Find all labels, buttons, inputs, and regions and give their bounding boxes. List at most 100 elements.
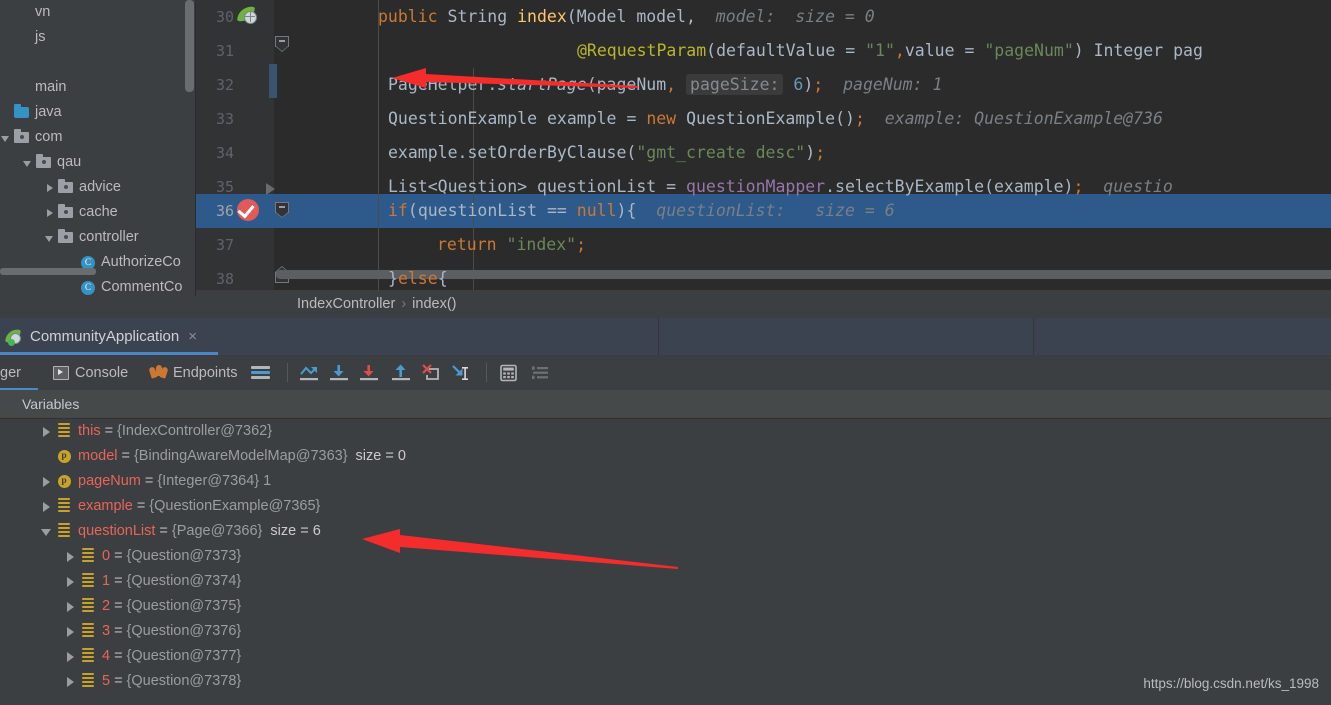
variable-row[interactable]: example = {QuestionExample@7365} — [40, 494, 320, 519]
variable-value: {Question@7378} — [126, 673, 242, 689]
tab-console-label: Console — [75, 364, 129, 381]
java-class-icon: C — [79, 275, 97, 296]
run-tab-community-application[interactable]: CommunityApplication × — [0, 318, 218, 355]
spring-request-mapping-icon[interactable] — [236, 4, 259, 26]
tab-debugger-label: ger — [0, 364, 21, 381]
variable-row[interactable]: 2 = {Question@7375} — [40, 594, 241, 619]
editor-text-area[interactable]: public String index(Model model, model: … — [292, 0, 1331, 290]
project-tree-item[interactable]: C CommentCo — [0, 275, 182, 296]
project-tree-item[interactable]: java — [0, 100, 62, 125]
project-tree-item[interactable]: vn — [0, 0, 50, 25]
run-configuration-tab-bar[interactable]: CommunityApplication × — [0, 318, 1331, 355]
tab-divider — [658, 318, 659, 355]
step-over-icon[interactable] — [298, 364, 320, 382]
package-folder-icon — [57, 200, 75, 225]
variable-row[interactable]: this = {IndexController@7362} — [40, 419, 272, 444]
chevron-down-icon[interactable] — [40, 519, 56, 544]
variable-row[interactable]: 3 = {Question@7376} — [40, 619, 241, 644]
chevron-down-icon[interactable] — [22, 150, 35, 175]
spring-boot-run-icon — [5, 327, 24, 346]
project-tree-vertical-scrollbar[interactable] — [185, 0, 194, 92]
code-editor[interactable]: public String index(Model model, model: … — [196, 0, 1331, 290]
tab-debugger[interactable]: ger — [0, 355, 38, 390]
package-folder-icon — [13, 125, 31, 150]
chevron-right-icon[interactable] — [64, 544, 80, 569]
line-number: 32 — [215, 76, 234, 94]
chevron-down-icon[interactable] — [0, 125, 13, 150]
variable-row[interactable]: 1 = {Question@7374} — [40, 569, 241, 594]
chevron-right-icon[interactable] — [64, 644, 80, 669]
ide-window: vn js main java com qau advice cache controller C… — [0, 0, 1331, 705]
project-tool-window[interactable]: vn js main java com qau advice cache controller C… — [0, 0, 196, 296]
variable-row[interactable]: p model = {BindingAwareModelMap@7363} size =… — [40, 444, 406, 469]
force-step-into-icon[interactable] — [358, 364, 380, 382]
run-to-cursor-icon[interactable] — [450, 364, 472, 382]
code-line-36: if(questionList == null){ questionList: … — [388, 201, 895, 220]
drop-frame-icon[interactable] — [420, 364, 442, 382]
project-tree-item-label: cache — [79, 204, 118, 220]
variable-row[interactable]: 0 = {Question@7373} — [40, 544, 241, 569]
variable-row[interactable]: p pageNum = {Integer@7364} 1 — [40, 469, 271, 494]
breadcrumb-class[interactable]: IndexController — [297, 296, 395, 312]
object-icon — [80, 644, 96, 669]
source-folder-icon — [13, 100, 31, 125]
chevron-right-icon[interactable] — [64, 619, 80, 644]
tab-endpoints[interactable]: Endpoints — [148, 355, 238, 390]
debug-tool-window-toolbar[interactable]: ger Console Endpoints — [0, 355, 1331, 390]
chevron-right-icon[interactable] — [64, 594, 80, 619]
variable-row[interactable]: 5 = {Question@7378} — [40, 669, 241, 694]
variable-row[interactable]: 4 = {Question@7377} — [40, 644, 241, 669]
chevron-right-icon[interactable] — [44, 175, 57, 200]
project-tree-item[interactable]: qau — [0, 150, 81, 175]
variable-name: model — [78, 448, 118, 464]
tab-console[interactable]: Console — [53, 355, 128, 390]
project-tree-item[interactable] — [0, 50, 35, 75]
chevron-right-icon[interactable] — [64, 669, 80, 694]
project-tree-item[interactable]: com — [0, 125, 62, 150]
chevron-right-icon[interactable] — [40, 419, 56, 444]
variable-value: {Page@7366} — [171, 523, 263, 539]
variable-equals: = — [114, 548, 123, 564]
project-tree-item[interactable]: advice — [0, 175, 121, 200]
step-out-icon[interactable] — [390, 364, 412, 382]
variable-equals: = — [136, 498, 146, 514]
line-number: 37 — [215, 236, 234, 254]
close-icon[interactable]: × — [188, 328, 197, 345]
chevron-down-icon[interactable] — [44, 225, 57, 250]
settings-lines-icon[interactable] — [530, 364, 552, 382]
project-tree-item[interactable]: js — [0, 25, 45, 50]
project-tree-item[interactable]: controller — [0, 225, 139, 250]
code-line-34: example.setOrderByClause("gmt_create des… — [388, 143, 826, 162]
chevron-right-icon[interactable] — [40, 469, 56, 494]
object-icon — [56, 494, 72, 519]
step-into-icon[interactable] — [328, 364, 350, 382]
project-tree-item-label: AuthorizeCo — [101, 254, 181, 270]
project-tree-item[interactable]: cache — [0, 200, 118, 225]
variable-name: 4 — [102, 648, 111, 664]
object-icon — [80, 619, 96, 644]
fold-region-end-icon[interactable] — [275, 36, 289, 52]
breadcrumb-method[interactable]: index() — [412, 296, 456, 312]
variable-size: size = 6 — [270, 523, 321, 539]
variable-value: {Question@7376} — [126, 623, 242, 639]
variable-row[interactable]: questionList = {Page@7366} size = 6 — [40, 519, 321, 544]
evaluate-expression-icon[interactable] — [498, 364, 520, 382]
breadcrumb-bar: IndexController › index() — [196, 290, 1331, 318]
vcs-modified-line-stripe — [269, 64, 277, 98]
chevron-right-icon[interactable] — [40, 494, 56, 519]
variable-equals: = — [159, 523, 168, 539]
breadcrumb[interactable]: IndexController › index() — [297, 290, 457, 318]
execution-point-arrow-icon — [266, 183, 275, 195]
project-tree-horizontal-scrollbar[interactable] — [0, 268, 96, 275]
fold-region-end-icon[interactable] — [275, 202, 289, 218]
frames-icon[interactable] — [250, 364, 272, 382]
chevron-right-icon[interactable] — [64, 569, 80, 594]
project-tree-item[interactable]: main — [0, 75, 66, 100]
chevron-right-icon[interactable] — [44, 200, 57, 225]
watermark-text: https://blog.csdn.net/ks_1998 — [1143, 676, 1319, 691]
breakpoint-verified-icon[interactable] — [237, 199, 259, 221]
line-number: 30 — [215, 8, 234, 26]
